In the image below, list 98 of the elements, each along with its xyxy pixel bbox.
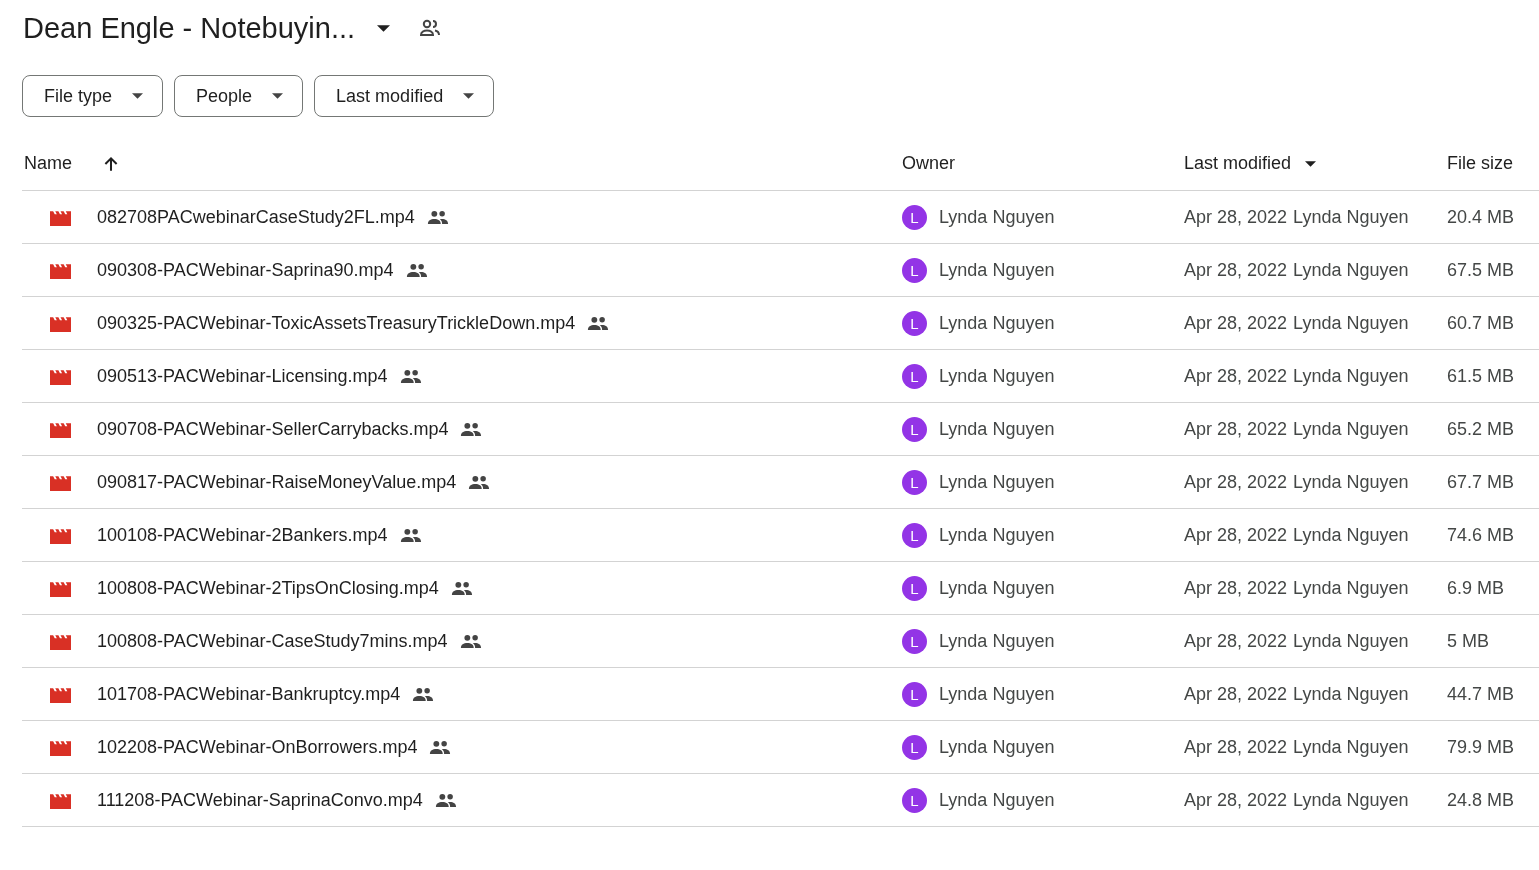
file-size: 44.7 MB — [1447, 683, 1515, 705]
file-name[interactable]: 090308-PACWebinar-Saprina90.mp4 — [97, 259, 394, 281]
modified-date: Apr 28, 2022 — [1184, 630, 1288, 652]
modified-date: Apr 28, 2022 — [1184, 683, 1288, 705]
modified-by: Lynda Nguyen — [1293, 259, 1409, 281]
file-name[interactable]: 100108-PACWebinar-2Bankers.mp4 — [97, 524, 388, 546]
file-name[interactable]: 111208-PACWebinar-SaprinaConvo.mp4 — [97, 789, 423, 811]
file-size: 20.4 MB — [1447, 206, 1515, 228]
modified-date: Apr 28, 2022 — [1184, 259, 1288, 281]
owner-name: Lynda Nguyen — [939, 577, 1055, 599]
filter-dropdown[interactable]: File type — [22, 75, 164, 117]
folder-title: Dean Engle - Notebuyin... — [22, 11, 356, 45]
owner-name: Lynda Nguyen — [939, 259, 1055, 281]
file-size: 67.7 MB — [1447, 471, 1515, 493]
file-size: 24.8 MB — [1447, 789, 1515, 811]
modified-by: Lynda Nguyen — [1293, 206, 1409, 228]
file-name[interactable]: 090708-PACWebinar-SellerCarrybacks.mp4 — [97, 418, 449, 440]
file-name[interactable]: 101708-PACWebinar-Bankruptcy.mp4 — [97, 683, 401, 705]
video-file-icon — [50, 208, 71, 226]
modified-date: Apr 28, 2022 — [1184, 471, 1288, 493]
video-file-icon — [50, 261, 71, 279]
avatar: L — [902, 575, 927, 601]
arrow-up-icon[interactable] — [102, 154, 120, 173]
video-file-icon — [50, 420, 71, 438]
file-size: 60.7 MB — [1447, 312, 1515, 334]
filter-dropdown[interactable]: People — [174, 75, 304, 117]
avatar: L — [902, 257, 927, 283]
owner-name: Lynda Nguyen — [939, 206, 1055, 228]
modified-date: Apr 28, 2022 — [1184, 418, 1288, 440]
file-size: 6.9 MB — [1447, 577, 1505, 599]
video-file-icon — [50, 526, 71, 544]
avatar: L — [902, 787, 927, 813]
column-header[interactable]: File size — [1447, 153, 1513, 174]
modified-by: Lynda Nguyen — [1293, 524, 1409, 546]
modified-date: Apr 28, 2022 — [1184, 365, 1288, 387]
avatar: L — [902, 681, 927, 707]
modified-by: Lynda Nguyen — [1293, 789, 1409, 811]
modified-by: Lynda Nguyen — [1293, 365, 1409, 387]
video-file-icon — [50, 367, 71, 385]
file-size: 79.9 MB — [1447, 736, 1515, 758]
owner-name: Lynda Nguyen — [939, 683, 1055, 705]
caret-icon[interactable] — [377, 24, 391, 32]
owner-name: Lynda Nguyen — [939, 418, 1055, 440]
caret-icon[interactable] — [1305, 160, 1317, 167]
file-name[interactable]: 100808-PACWebinar-CaseStudy7mins.mp4 — [97, 630, 448, 652]
caret-icon — [132, 93, 144, 99]
file-size: 61.5 MB — [1447, 365, 1515, 387]
modified-by: Lynda Nguyen — [1293, 736, 1409, 758]
avatar: L — [902, 734, 927, 760]
modified-date: Apr 28, 2022 — [1184, 524, 1288, 546]
file-size: 65.2 MB — [1447, 418, 1515, 440]
caret-icon — [272, 93, 284, 99]
filter-dropdown[interactable]: Last modified — [314, 75, 495, 117]
modified-by: Lynda Nguyen — [1293, 577, 1409, 599]
video-file-icon — [50, 685, 71, 703]
owner-name: Lynda Nguyen — [939, 630, 1055, 652]
video-file-icon — [50, 738, 71, 756]
modified-date: Apr 28, 2022 — [1184, 577, 1288, 599]
owner-name: Lynda Nguyen — [939, 789, 1055, 811]
file-name[interactable]: 090817-PACWebinar-RaiseMoneyValue.mp4 — [97, 471, 457, 493]
modified-by: Lynda Nguyen — [1293, 312, 1409, 334]
file-size: 5 MB — [1447, 630, 1489, 652]
file-name[interactable]: 100808-PACWebinar-2TipsOnClosing.mp4 — [97, 577, 439, 599]
avatar: L — [902, 469, 927, 495]
file-size: 67.5 MB — [1447, 259, 1515, 281]
owner-name: Lynda Nguyen — [939, 365, 1055, 387]
avatar: L — [902, 522, 927, 548]
owner-name: Lynda Nguyen — [939, 736, 1055, 758]
video-file-icon — [50, 473, 71, 491]
column-header[interactable]: Owner — [902, 153, 955, 174]
column-header[interactable]: Name — [22, 153, 72, 174]
video-file-icon — [50, 791, 71, 809]
modified-by: Lynda Nguyen — [1293, 471, 1409, 493]
modified-date: Apr 28, 2022 — [1184, 789, 1288, 811]
owner-name: Lynda Nguyen — [939, 524, 1055, 546]
modified-date: Apr 28, 2022 — [1184, 312, 1288, 334]
file-name[interactable]: 102208-PACWebinar-OnBorrowers.mp4 — [97, 736, 418, 758]
video-file-icon — [50, 579, 71, 597]
video-file-icon — [50, 314, 71, 332]
file-name[interactable]: 090325-PACWebinar-ToxicAssetsTreasuryTrickleDown.mp4 — [97, 312, 576, 334]
avatar: L — [902, 310, 927, 336]
file-name[interactable]: 090513-PACWebinar-Licensing.mp4 — [97, 365, 388, 387]
file-size: 74.6 MB — [1447, 524, 1515, 546]
avatar: L — [902, 204, 927, 230]
modified-by: Lynda Nguyen — [1293, 683, 1409, 705]
avatar: L — [902, 628, 927, 654]
file-name[interactable]: 082708PACwebinarCaseStudy2FL.mp4 — [97, 206, 415, 228]
owner-name: Lynda Nguyen — [939, 312, 1055, 334]
modified-by: Lynda Nguyen — [1293, 418, 1409, 440]
avatar: L — [902, 363, 927, 389]
owner-name: Lynda Nguyen — [939, 471, 1055, 493]
avatar: L — [902, 416, 927, 442]
caret-icon — [463, 93, 475, 99]
video-file-icon — [50, 632, 71, 650]
modified-by: Lynda Nguyen — [1293, 630, 1409, 652]
modified-date: Apr 28, 2022 — [1184, 736, 1288, 758]
column-header[interactable]: Last modified — [1184, 153, 1292, 174]
modified-date: Apr 28, 2022 — [1184, 206, 1288, 228]
